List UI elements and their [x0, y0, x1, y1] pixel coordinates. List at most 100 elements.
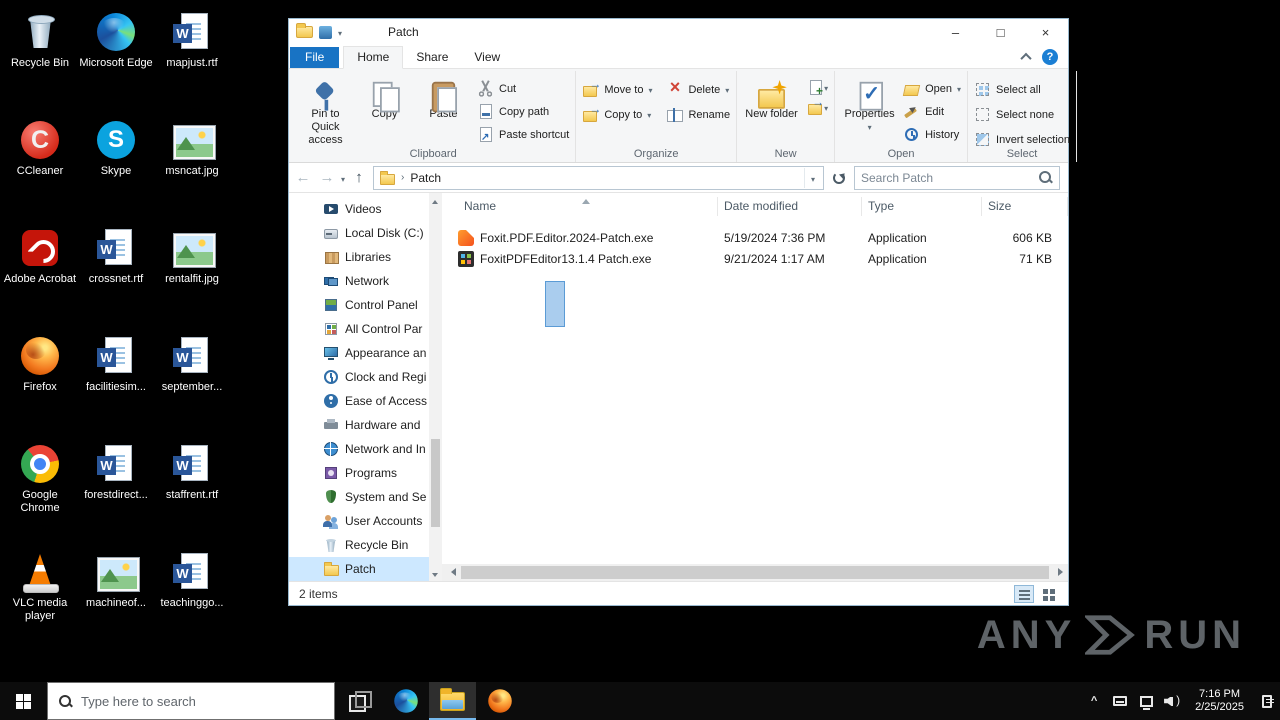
desktop-icon-mapjust[interactable]: mapjust.rtf: [154, 6, 230, 114]
column-header-size[interactable]: Size: [982, 196, 1068, 216]
desktop-icon-microsoft-edge[interactable]: Microsoft Edge: [78, 6, 154, 114]
desktop-icon-ccleaner[interactable]: CCleaner: [2, 114, 78, 222]
sidebar-item-control-panel[interactable]: Control Panel: [289, 293, 429, 317]
desktop-icon-machineof[interactable]: machineof...: [78, 546, 154, 654]
maximize-button[interactable]: □: [978, 19, 1023, 45]
desktop-icon-msncat[interactable]: msncat.jpg: [154, 114, 230, 222]
taskbar-app-firefox[interactable]: [476, 682, 523, 720]
sidebar-item-user-accounts[interactable]: User Accounts: [289, 509, 429, 533]
properties-button[interactable]: Properties: [841, 73, 898, 136]
desktop-icon-forestdirect[interactable]: forestdirect...: [78, 438, 154, 546]
tray-volume[interactable]: [1159, 682, 1185, 720]
search-input[interactable]: [861, 170, 1038, 185]
new-item-button[interactable]: [807, 79, 828, 98]
scrollbar-thumb[interactable]: [461, 566, 1049, 579]
desktop-icon-teachinggo[interactable]: teachinggo...: [154, 546, 230, 654]
sidebar-item-ease-of-access[interactable]: Ease of Access: [289, 389, 429, 413]
details-view-button[interactable]: [1014, 584, 1034, 603]
select-none-button[interactable]: Select none: [974, 106, 1070, 123]
desktop-icon-firefox[interactable]: Firefox: [2, 330, 78, 438]
desktop-icon-recycle-bin[interactable]: Recycle Bin: [2, 6, 78, 114]
sidebar-item-network[interactable]: Network: [289, 269, 429, 293]
action-center-button[interactable]: [1254, 682, 1280, 720]
large-icons-view-button[interactable]: [1038, 585, 1058, 603]
sidebar-item-local-disk-c[interactable]: Local Disk (C:): [289, 221, 429, 245]
copy-path-button[interactable]: Copy path: [477, 103, 569, 120]
desktop-icon-skype[interactable]: Skype: [78, 114, 154, 222]
scroll-left-icon[interactable]: [442, 564, 459, 581]
sidebar-item-recycle-bin[interactable]: Recycle Bin: [289, 533, 429, 557]
navigation-scrollbar[interactable]: [429, 193, 442, 581]
scroll-right-icon[interactable]: [1051, 564, 1068, 581]
taskbar-clock[interactable]: 7:16 PM 2/25/2025: [1185, 688, 1254, 714]
invert-selection-button[interactable]: Invert selection: [974, 131, 1070, 148]
breadcrumb-folder[interactable]: Patch: [410, 171, 441, 185]
move-to-button[interactable]: Move to: [582, 77, 652, 98]
quick-access-properties-icon[interactable]: [319, 25, 332, 39]
recent-locations-chevron-icon[interactable]: [341, 171, 345, 185]
tray-network[interactable]: [1133, 682, 1159, 720]
sidebar-item-hardware-sound[interactable]: Hardware and: [289, 413, 429, 437]
scroll-up-icon[interactable]: [429, 193, 442, 206]
copy-to-button[interactable]: Copy to: [582, 102, 652, 123]
file-row[interactable]: FoxitPDFEditor13.1.4 Patch.exe 9/21/2024…: [442, 248, 1068, 269]
sidebar-item-network-internet[interactable]: Network and In: [289, 437, 429, 461]
column-header-type[interactable]: Type: [862, 196, 982, 216]
desktop-icon-vlc[interactable]: VLC media player: [2, 546, 78, 654]
edit-button[interactable]: Edit: [903, 103, 961, 120]
taskbar-app-edge[interactable]: [382, 682, 429, 720]
scrollbar-thumb[interactable]: [431, 439, 440, 527]
sidebar-item-clock-region[interactable]: Clock and Regi: [289, 365, 429, 389]
taskbar-search-input[interactable]: [81, 693, 324, 709]
tray-show-hidden-icons[interactable]: ^: [1081, 682, 1107, 720]
file-row[interactable]: Foxit.PDF.Editor.2024-Patch.exe 5/19/202…: [442, 227, 1068, 248]
sidebar-item-all-control-panel-items[interactable]: All Control Par: [289, 317, 429, 341]
sidebar-item-videos[interactable]: Videos: [289, 197, 429, 221]
sidebar-item-patch[interactable]: Patch: [289, 557, 429, 581]
scroll-down-icon[interactable]: [429, 568, 442, 581]
desktop-icon-september[interactable]: september...: [154, 330, 230, 438]
title-bar[interactable]: Patch – □ ×: [289, 19, 1068, 45]
sidebar-item-system-security[interactable]: System and Se: [289, 485, 429, 509]
address-dropdown-icon[interactable]: [803, 167, 818, 188]
easy-access-button[interactable]: [807, 95, 828, 115]
tab-file[interactable]: File: [290, 47, 340, 68]
taskbar-app-file-explorer[interactable]: [429, 682, 476, 720]
open-button[interactable]: Open: [903, 80, 961, 97]
delete-button[interactable]: Delete: [666, 77, 730, 98]
desktop-icon-facilitiesim[interactable]: facilitiesim...: [78, 330, 154, 438]
desktop-icon-staffrent[interactable]: staffrent.rtf: [154, 438, 230, 546]
history-button[interactable]: History: [903, 126, 961, 143]
qat-customize-chevron-icon[interactable]: [338, 25, 342, 39]
column-header-name[interactable]: Name: [442, 196, 718, 216]
select-all-button[interactable]: Select all: [974, 81, 1070, 98]
back-button[interactable]: [293, 167, 313, 189]
search-icon[interactable]: [1038, 170, 1053, 185]
tray-keyboard[interactable]: [1107, 682, 1133, 720]
column-header-date-modified[interactable]: Date modified: [718, 196, 862, 216]
paste-button[interactable]: Paste: [415, 73, 472, 123]
desktop-icon-crossnet[interactable]: crossnet.rtf: [78, 222, 154, 330]
sidebar-item-programs[interactable]: Programs: [289, 461, 429, 485]
breadcrumb[interactable]: Patch: [373, 165, 824, 190]
rename-button[interactable]: Rename: [666, 106, 730, 123]
desktop-icon-adobe-acrobat[interactable]: Adobe Acrobat: [2, 222, 78, 330]
minimize-button[interactable]: –: [933, 19, 978, 45]
pin-to-quick-access-button[interactable]: Pin to Quick access: [297, 73, 354, 149]
new-folder-button[interactable]: New folder: [743, 73, 800, 123]
desktop-icon-rentalfit[interactable]: rentalfit.jpg: [154, 222, 230, 330]
help-button[interactable]: ?: [1042, 49, 1058, 65]
sidebar-item-appearance[interactable]: Appearance an: [289, 341, 429, 365]
tab-view[interactable]: View: [461, 47, 513, 68]
taskbar-search[interactable]: [47, 682, 335, 720]
tab-share[interactable]: Share: [403, 47, 461, 68]
horizontal-scrollbar[interactable]: [442, 564, 1068, 581]
paste-shortcut-button[interactable]: Paste shortcut: [477, 126, 569, 143]
tab-home[interactable]: Home: [343, 46, 404, 69]
refresh-icon[interactable]: [828, 167, 850, 189]
copy-button[interactable]: Copy: [356, 73, 413, 123]
task-view-button[interactable]: [335, 682, 382, 720]
sidebar-item-libraries[interactable]: Libraries: [289, 245, 429, 269]
up-button[interactable]: [349, 167, 369, 189]
cut-button[interactable]: Cut: [477, 80, 569, 97]
